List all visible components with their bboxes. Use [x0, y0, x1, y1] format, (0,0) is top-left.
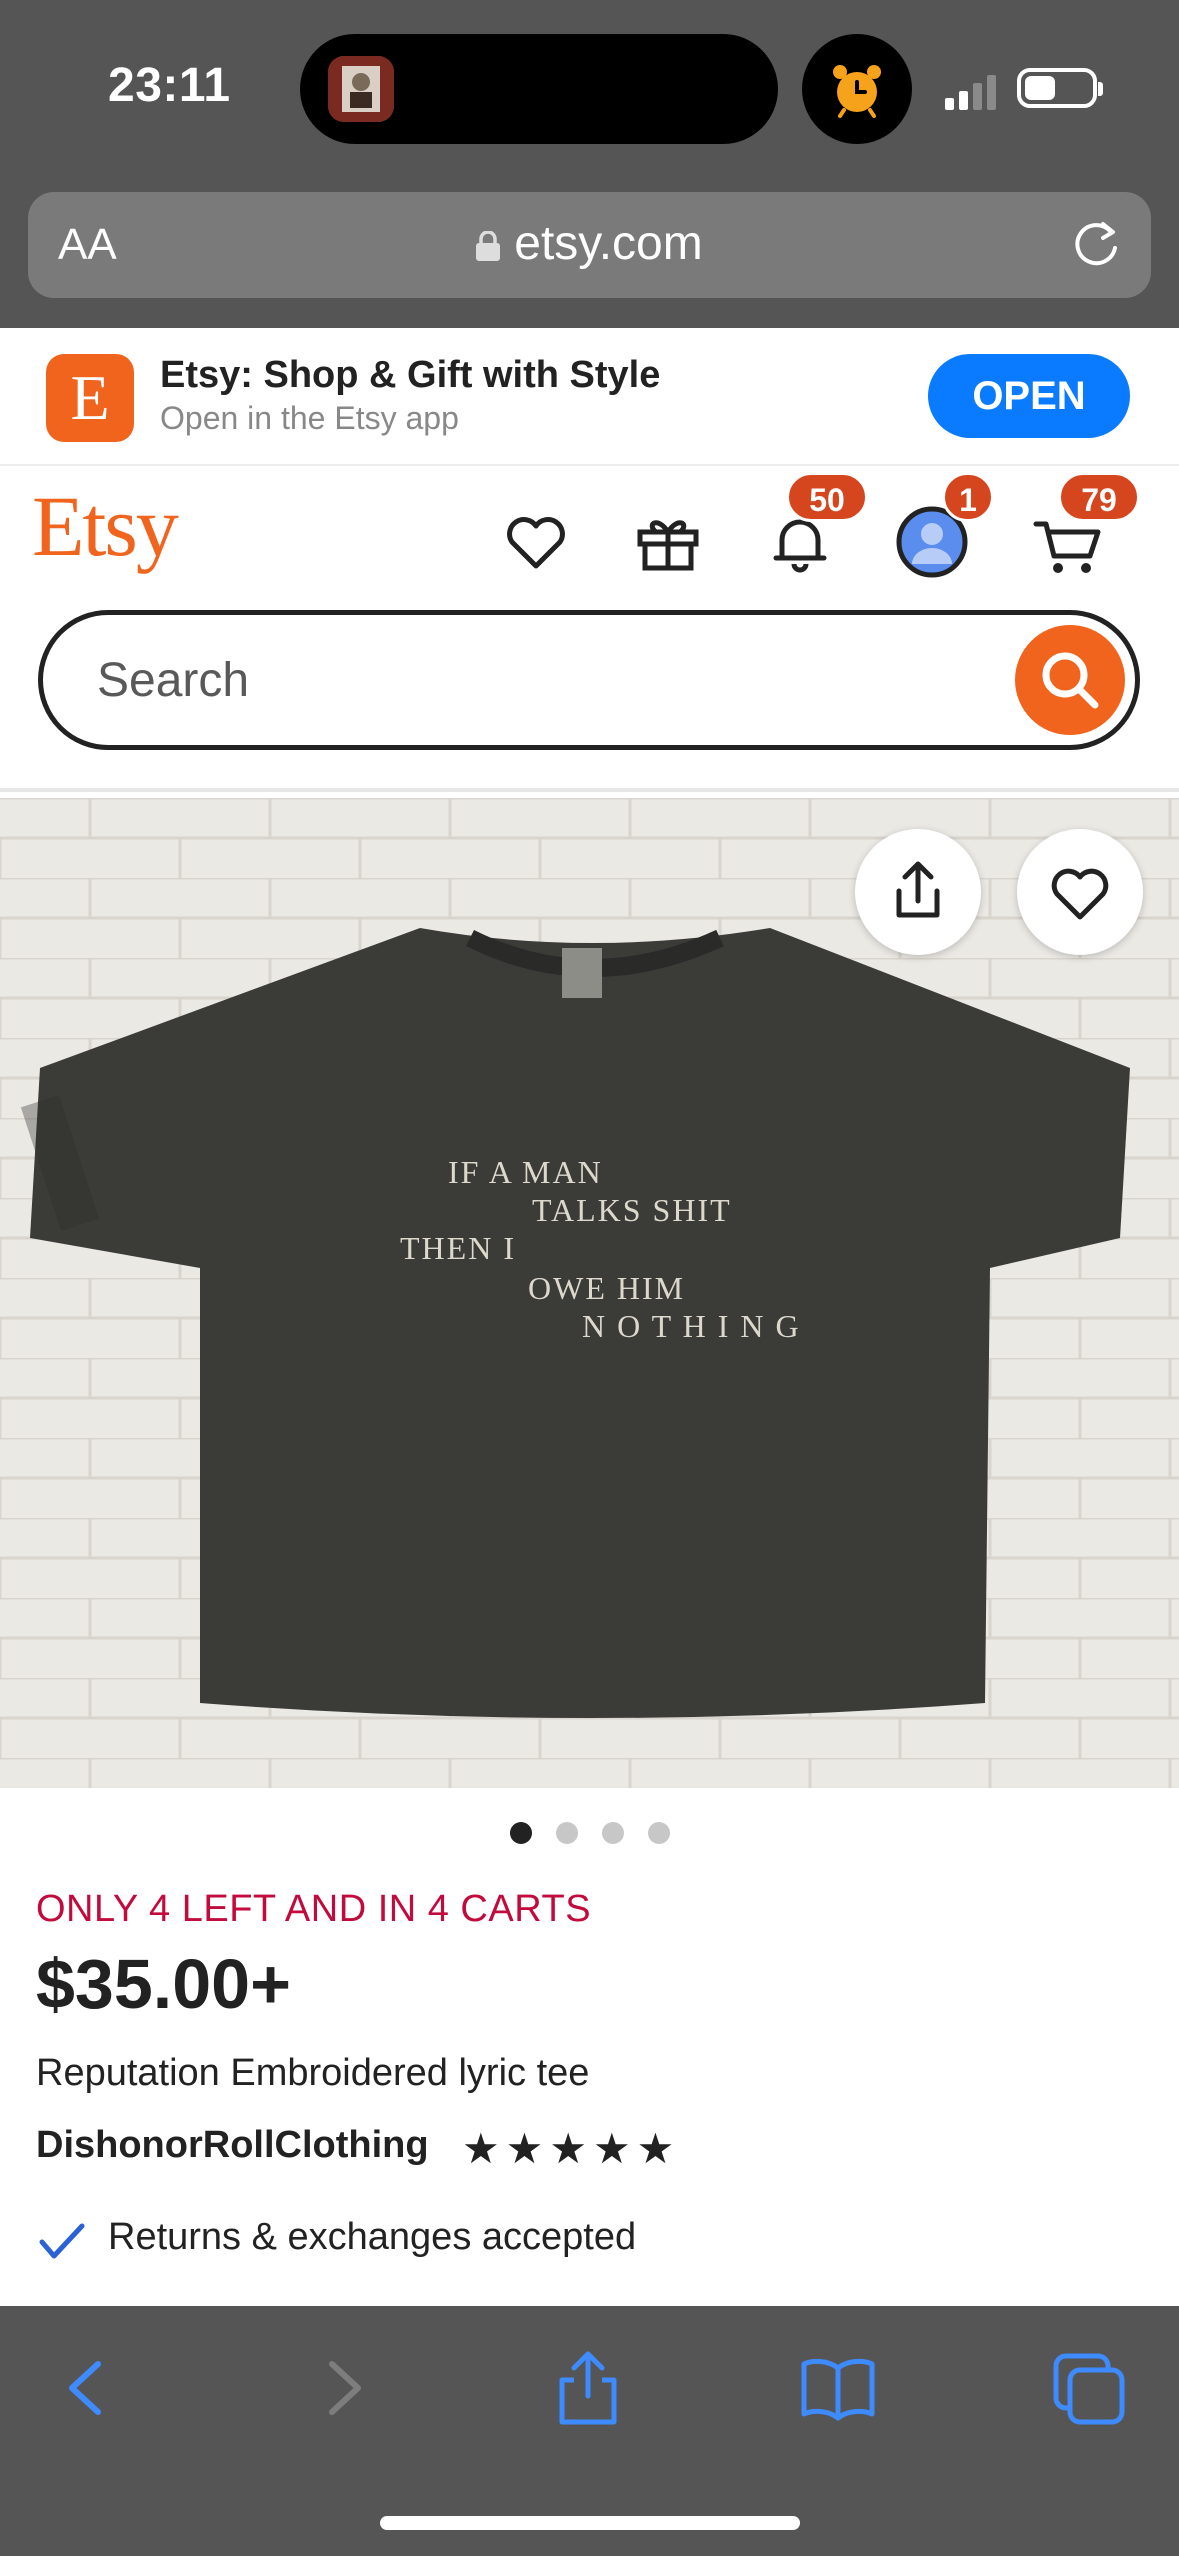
cart-badge: 79	[1058, 472, 1140, 522]
checkmark-icon	[39, 2223, 85, 2259]
address-bar[interactable]: AA etsy.com	[28, 192, 1151, 298]
account-badge: 1	[942, 472, 994, 522]
tabs-icon[interactable]	[1050, 2348, 1130, 2428]
dynamic-island	[300, 34, 778, 144]
gift-icon[interactable]	[628, 502, 708, 582]
cart-button[interactable]: 79	[1030, 472, 1140, 582]
bookmarks-icon[interactable]	[798, 2348, 878, 2428]
notifications-badge: 50	[786, 472, 868, 522]
shirt-text-line: OWE HIM	[528, 1270, 686, 1306]
battery-icon	[1017, 68, 1103, 108]
header-divider	[0, 788, 1179, 792]
product-title: Reputation Embroidered lyric tee	[36, 2052, 590, 2094]
shop-name-link[interactable]: DishonorRollClothing	[36, 2124, 429, 2167]
browser-toolbar	[0, 2306, 1179, 2556]
reload-icon[interactable]	[1067, 214, 1125, 272]
star-icon: ★	[636, 2125, 681, 2172]
carousel-dot[interactable]	[601, 1822, 624, 1844]
carousel-pagination	[0, 1822, 1179, 1849]
carousel-dot[interactable]	[509, 1822, 532, 1844]
search-button[interactable]	[1015, 625, 1125, 735]
etsy-app-icon: E	[46, 354, 134, 442]
shirt-text-line: N O T H I N G	[582, 1308, 801, 1344]
now-playing-thumbnail[interactable]	[328, 56, 394, 122]
stock-notice: ONLY 4 LEFT AND IN 4 CARTS	[36, 1888, 592, 1930]
returns-policy: Returns & exchanges accepted	[108, 2216, 637, 2258]
shirt-text-line: THEN I	[400, 1230, 516, 1266]
lock-icon	[476, 218, 501, 261]
favorite-button[interactable]	[1017, 829, 1143, 955]
star-icon: ★	[549, 2125, 593, 2172]
rating-stars[interactable]: ★★★★★	[462, 2124, 680, 2173]
browser-top-chrome: 23:11 AA etsy.com	[0, 0, 1179, 328]
product-image-carousel[interactable]: IF A MAN TALKS SHIT THEN I OWE HIM N O T…	[0, 798, 1179, 1788]
share-icon[interactable]	[548, 2348, 628, 2428]
back-icon[interactable]	[58, 2348, 118, 2428]
product-price: $35.00+	[36, 1945, 291, 2023]
site-header: Etsy 50 1 79	[0, 466, 1179, 796]
carousel-dot[interactable]	[647, 1822, 670, 1844]
share-icon	[896, 861, 940, 918]
alarm-clock-icon	[833, 65, 881, 118]
search-bar	[38, 610, 1140, 750]
account-button[interactable]: 1	[892, 472, 994, 582]
home-indicator	[380, 2516, 800, 2530]
forward-icon[interactable]	[312, 2348, 372, 2428]
star-icon: ★	[592, 2125, 637, 2172]
status-time: 23:11	[108, 59, 231, 112]
etsy-logo[interactable]: Etsy	[32, 476, 179, 576]
heart-icon[interactable]	[496, 502, 576, 582]
search-icon	[1042, 652, 1099, 709]
cellular-signal-icon	[945, 75, 996, 110]
url-display[interactable]: etsy.com	[28, 216, 1151, 271]
alarm-indicator	[802, 34, 912, 144]
smart-app-banner: E Etsy: Shop & Gift with Style Open in t…	[0, 328, 1179, 466]
star-icon: ★	[505, 2125, 550, 2172]
shirt-text-line: TALKS SHIT	[532, 1192, 732, 1228]
notifications-button[interactable]: 50	[760, 472, 868, 582]
carousel-dot[interactable]	[555, 1822, 578, 1844]
url-text: etsy.com	[514, 217, 703, 270]
search-input[interactable]	[97, 647, 997, 713]
heart-icon	[1051, 868, 1109, 920]
shirt-text-line: IF A MAN	[448, 1154, 603, 1190]
open-app-button[interactable]: OPEN	[928, 354, 1130, 438]
star-icon: ★	[462, 2125, 506, 2172]
app-banner-title: Etsy: Shop & Gift with Style	[160, 354, 661, 396]
share-button[interactable]	[855, 829, 981, 955]
app-banner-subtitle: Open in the Etsy app	[160, 400, 459, 436]
